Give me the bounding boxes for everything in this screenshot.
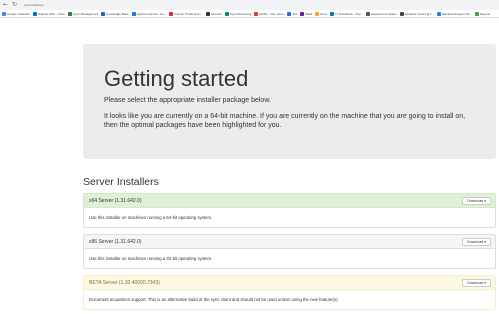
bookmark-favicon-icon: [68, 11, 73, 16]
bookmark-label: Security: [210, 11, 222, 16]
bookmark-favicon-icon: [399, 11, 404, 16]
architecture-note: It looks like you are currently on a 64-…: [104, 112, 466, 130]
installer-title: x64 Server (1.31.642.0): [89, 197, 142, 204]
bookmark-item[interactable]: Security: [205, 11, 222, 16]
bookmark-label: Support: [479, 11, 491, 16]
bookmark-item[interactable]: Sync Management: [68, 11, 99, 16]
bookmark-label: Sync Monitoring: [229, 11, 252, 16]
bookmark-label: Zendesk Support Sh...: [441, 11, 472, 16]
getting-started-jumbotron: Getting started Please select the approp…: [83, 44, 496, 159]
bookmark-item[interactable]: Knowledge Base: [101, 11, 129, 16]
instruction-text: Please select the appropriate installer …: [104, 97, 271, 104]
bookmark-item[interactable]: Zendesk Incoming T...: [399, 11, 434, 16]
installer-panel-x64: x64 Server (1.31.642.0) Download ▾ Use t…: [83, 193, 496, 228]
panel-header: BETA Server (1.30.40000.7343) Download ▾: [84, 276, 495, 290]
bookmark-item[interactable]: IT Freshdesk - Sup...: [330, 11, 364, 16]
download-button-beta[interactable]: Download ▾: [462, 278, 491, 287]
installer-panel-beta: BETA Server (1.30.40000.7343) Download ▾…: [83, 275, 496, 310]
reload-icon[interactable]: ↻: [12, 0, 17, 10]
bookmark-label: Zendesk Incoming T...: [404, 11, 434, 16]
bookmark-label: Drive: [320, 11, 328, 16]
bookmark-favicon-icon: [2, 11, 6, 16]
browser-toolbar: ← ↻ sync.fm/server: [0, 0, 499, 10]
bookmark-item[interactable]: Sync Monitoring: [224, 11, 252, 16]
bookmark-favicon-icon: [169, 11, 174, 16]
installer-panel-x86: x86 Server (1.31.642.0) Download ▾ Use t…: [83, 234, 496, 269]
bookmark-item[interactable]: Outlook Web - Cisco: [32, 11, 66, 16]
url-text: sync.fm/server: [24, 3, 44, 7]
bookmark-label: Slack: [304, 11, 313, 16]
bookmark-favicon-icon: [315, 11, 320, 16]
bookmark-item[interactable]: Partner Portal and I...: [169, 11, 203, 16]
bookmark-favicon-icon: [205, 11, 210, 16]
bookmark-label: Sophos Central - Ho...: [136, 11, 167, 16]
bookmark-item[interactable]: Slack: [299, 11, 313, 16]
bookmark-favicon-icon: [330, 11, 335, 16]
address-bar[interactable]: sync.fm/server: [21, 2, 47, 9]
bookmark-favicon-icon: [254, 11, 259, 16]
installer-title: x86 Server (1.31.642.0): [89, 238, 142, 245]
bookmark-favicon-icon: [299, 11, 304, 16]
bookmark-favicon-icon: [474, 11, 479, 16]
installer-title: BETA Server (1.30.40000.7343): [89, 279, 160, 286]
installer-description: Use this installer on machines running a…: [89, 215, 213, 220]
bookmark-label: Sync Management: [73, 11, 99, 16]
bookmarks-bar: Google Calendar Outlook Web - Cisco Sync M…: [0, 10, 499, 18]
bookmark-item[interactable]: Support: [474, 11, 491, 16]
installer-description: Document acquisition support. This is an…: [89, 297, 339, 302]
bookmark-label: Jira: [292, 11, 297, 16]
bookmark-favicon-icon: [366, 11, 371, 16]
bookmark-favicon-icon: [101, 11, 106, 16]
bookmark-item[interactable]: Deployment Status: [366, 11, 397, 16]
bookmark-favicon-icon: [32, 11, 37, 16]
bookmark-label: IT Freshdesk - Sup...: [335, 11, 364, 16]
bookmark-label: Netflix - Flex Inbox: [259, 11, 285, 16]
bookmark-label: Knowledge Base: [106, 11, 129, 16]
download-button-x64[interactable]: Download ▾: [462, 196, 491, 205]
back-icon[interactable]: ←: [3, 0, 8, 10]
page-title: Getting started: [104, 66, 249, 91]
bookmark-label: Partner Portal and I...: [174, 11, 203, 16]
bookmark-item[interactable]: Jira: [287, 11, 297, 16]
panel-header: x86 Server (1.31.642.0) Download ▾: [84, 235, 495, 249]
bookmark-item[interactable]: Netflix - Flex Inbox: [254, 11, 285, 16]
bookmark-favicon-icon: [131, 11, 136, 16]
bookmark-favicon-icon: [287, 11, 292, 16]
bookmark-label: Outlook Web - Cisco: [37, 11, 66, 16]
download-button-x86[interactable]: Download ▾: [462, 237, 491, 246]
bookmark-item[interactable]: Drive: [315, 11, 328, 16]
bookmark-favicon-icon: [224, 11, 229, 16]
bookmark-item[interactable]: Sophos Central - Ho...: [131, 11, 167, 16]
installer-description: Use this installer on machines running a…: [89, 256, 213, 261]
panel-header: x64 Server (1.31.642.0) Download ▾: [84, 194, 495, 208]
section-title: Server Installers: [83, 176, 159, 188]
bookmark-favicon-icon: [436, 11, 441, 16]
bookmark-label: Google Calendar: [7, 11, 30, 16]
bookmark-item[interactable]: Google Calendar: [2, 11, 30, 16]
bookmark-label: Deployment Status: [371, 11, 397, 16]
bookmark-item[interactable]: Zendesk Support Sh...: [436, 11, 472, 16]
